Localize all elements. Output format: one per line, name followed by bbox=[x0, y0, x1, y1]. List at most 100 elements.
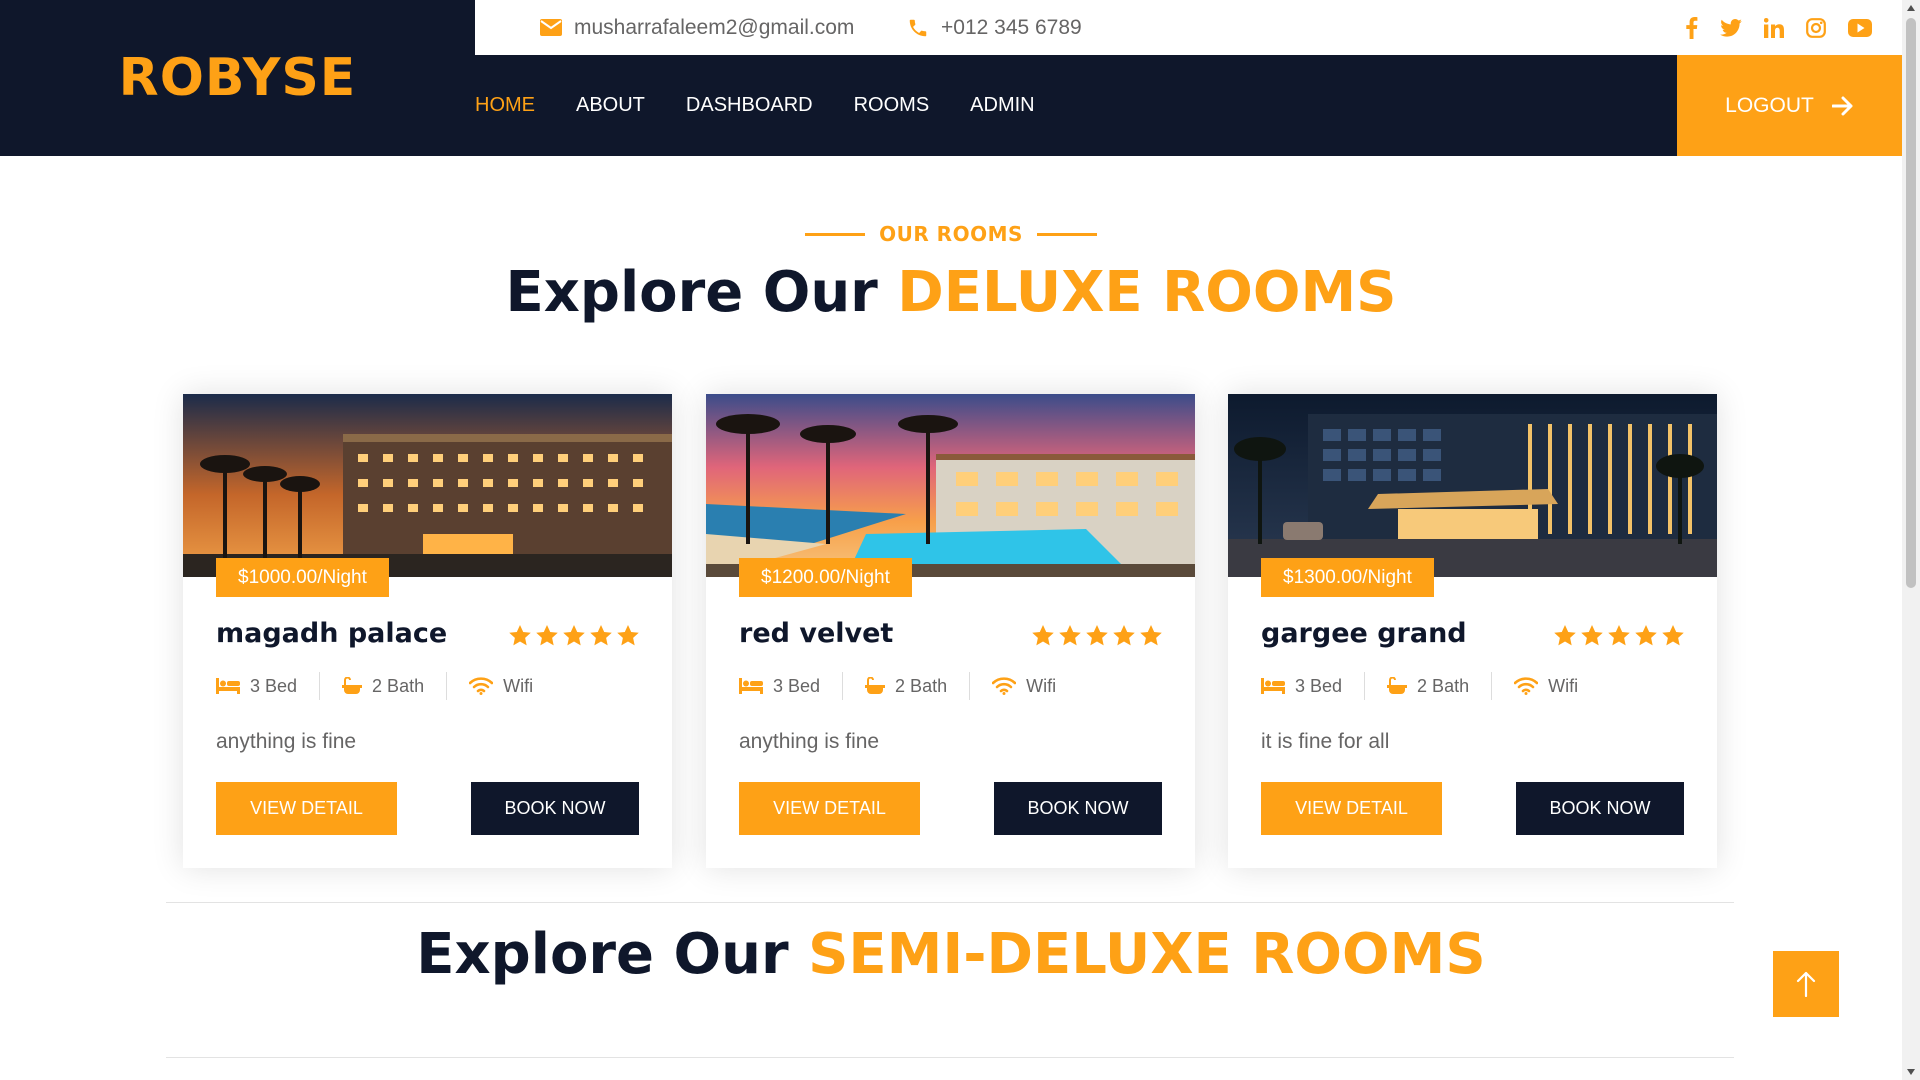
amenities: 3 Bed 2 Bath Wifi bbox=[739, 672, 1056, 700]
star-icon bbox=[1581, 625, 1603, 646]
amenity-wifi: Wifi bbox=[992, 676, 1056, 697]
wifi-icon bbox=[992, 677, 1017, 695]
amenity-bath: 2 Bath bbox=[865, 676, 947, 697]
site-header: ROBYSE musharrafaleem2@gmail.com +012 34… bbox=[0, 0, 1902, 156]
room-name: gargee grand bbox=[1261, 618, 1467, 649]
youtube-icon[interactable] bbox=[1848, 18, 1872, 37]
phone-text: +012 345 6789 bbox=[941, 15, 1082, 39]
amenity-bed: 3 Bed bbox=[739, 676, 820, 697]
bath-count: 2 Bath bbox=[372, 675, 425, 696]
amenity-bed: 3 Bed bbox=[216, 676, 297, 697]
room-image[interactable] bbox=[183, 394, 672, 577]
amenities: 3 Bed 2 Bath Wifi bbox=[216, 672, 533, 700]
room-image[interactable] bbox=[706, 394, 1195, 577]
semi-title-prefix: Explore Our bbox=[416, 922, 809, 987]
view-detail-button[interactable]: VIEW DETAIL bbox=[1261, 782, 1442, 835]
rating-stars bbox=[1032, 625, 1162, 646]
logout-button[interactable]: LOGOUT bbox=[1677, 55, 1902, 156]
room-description: anything is fine bbox=[216, 730, 357, 753]
section-tag: OUR ROOMS bbox=[0, 222, 1902, 246]
rating-stars bbox=[509, 625, 639, 646]
wifi-icon bbox=[1514, 677, 1539, 695]
amenity-divider bbox=[446, 672, 448, 700]
star-icon bbox=[617, 625, 639, 646]
wifi-label: Wifi bbox=[1026, 675, 1057, 696]
book-now-button[interactable]: BOOK NOW bbox=[994, 782, 1162, 835]
main-nav: HOME ABOUT DASHBOARD ROOMS ADMIN bbox=[475, 55, 1076, 156]
amenities: 3 Bed 2 Bath Wifi bbox=[1261, 672, 1578, 700]
wifi-icon bbox=[469, 677, 494, 695]
semi-deluxe-title: Explore Our SEMI-DELUXE ROOMS bbox=[0, 922, 1902, 987]
scrollbar-thumb[interactable] bbox=[1906, 18, 1916, 588]
bed-count: 3 Bed bbox=[773, 675, 821, 696]
star-icon bbox=[1608, 625, 1630, 646]
scroll-down-arrow[interactable] bbox=[1907, 1069, 1915, 1075]
bed-count: 3 Bed bbox=[250, 675, 298, 696]
bath-icon bbox=[1387, 677, 1408, 694]
view-detail-button[interactable]: VIEW DETAIL bbox=[216, 782, 397, 835]
amenity-divider bbox=[842, 672, 844, 700]
room-description: anything is fine bbox=[739, 730, 880, 753]
star-icon bbox=[1662, 625, 1684, 646]
star-icon bbox=[509, 625, 531, 646]
nav-dashboard[interactable]: DASHBOARD bbox=[686, 94, 813, 117]
page-scrollbar[interactable] bbox=[1902, 0, 1920, 1080]
phone-icon bbox=[909, 19, 927, 36]
twitter-icon[interactable] bbox=[1720, 18, 1742, 37]
bath-icon bbox=[342, 677, 363, 694]
amenity-bed: 3 Bed bbox=[1261, 676, 1342, 697]
bed-icon bbox=[216, 678, 240, 694]
brand-container[interactable]: ROBYSE bbox=[0, 0, 475, 156]
star-icon bbox=[1059, 625, 1081, 646]
nav-home[interactable]: HOME bbox=[475, 94, 535, 117]
book-now-button[interactable]: BOOK NOW bbox=[1516, 782, 1684, 835]
price-badge: $1300.00/Night bbox=[1261, 558, 1434, 597]
deluxe-title-prefix: Explore Our bbox=[505, 260, 898, 325]
deluxe-title: Explore Our DELUXE ROOMS bbox=[0, 260, 1902, 325]
nav-about[interactable]: ABOUT bbox=[576, 94, 645, 117]
bath-count: 2 Bath bbox=[1417, 675, 1470, 696]
room-card: $1000.00/Night magadh palace 3 Bed 2 Bat… bbox=[183, 394, 672, 868]
instagram-icon[interactable] bbox=[1806, 17, 1826, 38]
nav-rooms[interactable]: ROOMS bbox=[854, 94, 930, 117]
bath-count: 2 Bath bbox=[895, 675, 948, 696]
wifi-label: Wifi bbox=[1548, 675, 1579, 696]
star-icon bbox=[590, 625, 612, 646]
linkedin-icon[interactable] bbox=[1764, 17, 1784, 38]
bed-count: 3 Bed bbox=[1295, 675, 1343, 696]
arrow-right-icon bbox=[1831, 96, 1853, 115]
back-to-top-button[interactable] bbox=[1773, 951, 1839, 1017]
deluxe-title-highlight: DELUXE ROOMS bbox=[897, 260, 1397, 325]
amenity-wifi: Wifi bbox=[1514, 676, 1578, 697]
room-name: red velvet bbox=[739, 618, 894, 649]
tag-line-left bbox=[805, 232, 866, 236]
star-icon bbox=[536, 625, 558, 646]
facebook-icon[interactable] bbox=[1685, 16, 1698, 39]
price-badge: $1000.00/Night bbox=[216, 558, 389, 597]
room-card: $1300.00/Night gargee grand 3 Bed 2 Bath… bbox=[1228, 394, 1717, 868]
room-image[interactable] bbox=[1228, 394, 1717, 577]
phone-contact: +012 345 6789 bbox=[907, 0, 1082, 55]
amenity-bath: 2 Bath bbox=[1387, 676, 1469, 697]
star-icon bbox=[1086, 625, 1108, 646]
amenity-divider bbox=[1491, 672, 1493, 700]
social-links bbox=[1685, 0, 1872, 55]
price-badge: $1200.00/Night bbox=[739, 558, 912, 597]
rating-stars bbox=[1554, 625, 1684, 646]
top-bar: musharrafaleem2@gmail.com +012 345 6789 bbox=[475, 0, 1902, 55]
star-icon bbox=[1554, 625, 1576, 646]
view-detail-button[interactable]: VIEW DETAIL bbox=[739, 782, 920, 835]
book-now-button[interactable]: BOOK NOW bbox=[471, 782, 639, 835]
email-contact: musharrafaleem2@gmail.com bbox=[540, 0, 854, 55]
section-divider bbox=[166, 1057, 1734, 1058]
amenity-divider bbox=[969, 672, 971, 700]
amenity-divider bbox=[319, 672, 321, 700]
star-icon bbox=[1113, 625, 1135, 646]
amenity-wifi: Wifi bbox=[469, 676, 533, 697]
logout-label: LOGOUT bbox=[1725, 93, 1814, 117]
brand-logo[interactable]: ROBYSE bbox=[119, 48, 357, 108]
amenity-divider bbox=[1364, 672, 1366, 700]
nav-admin[interactable]: ADMIN bbox=[970, 94, 1034, 117]
star-icon bbox=[1032, 625, 1054, 646]
scroll-up-arrow[interactable] bbox=[1907, 5, 1915, 11]
